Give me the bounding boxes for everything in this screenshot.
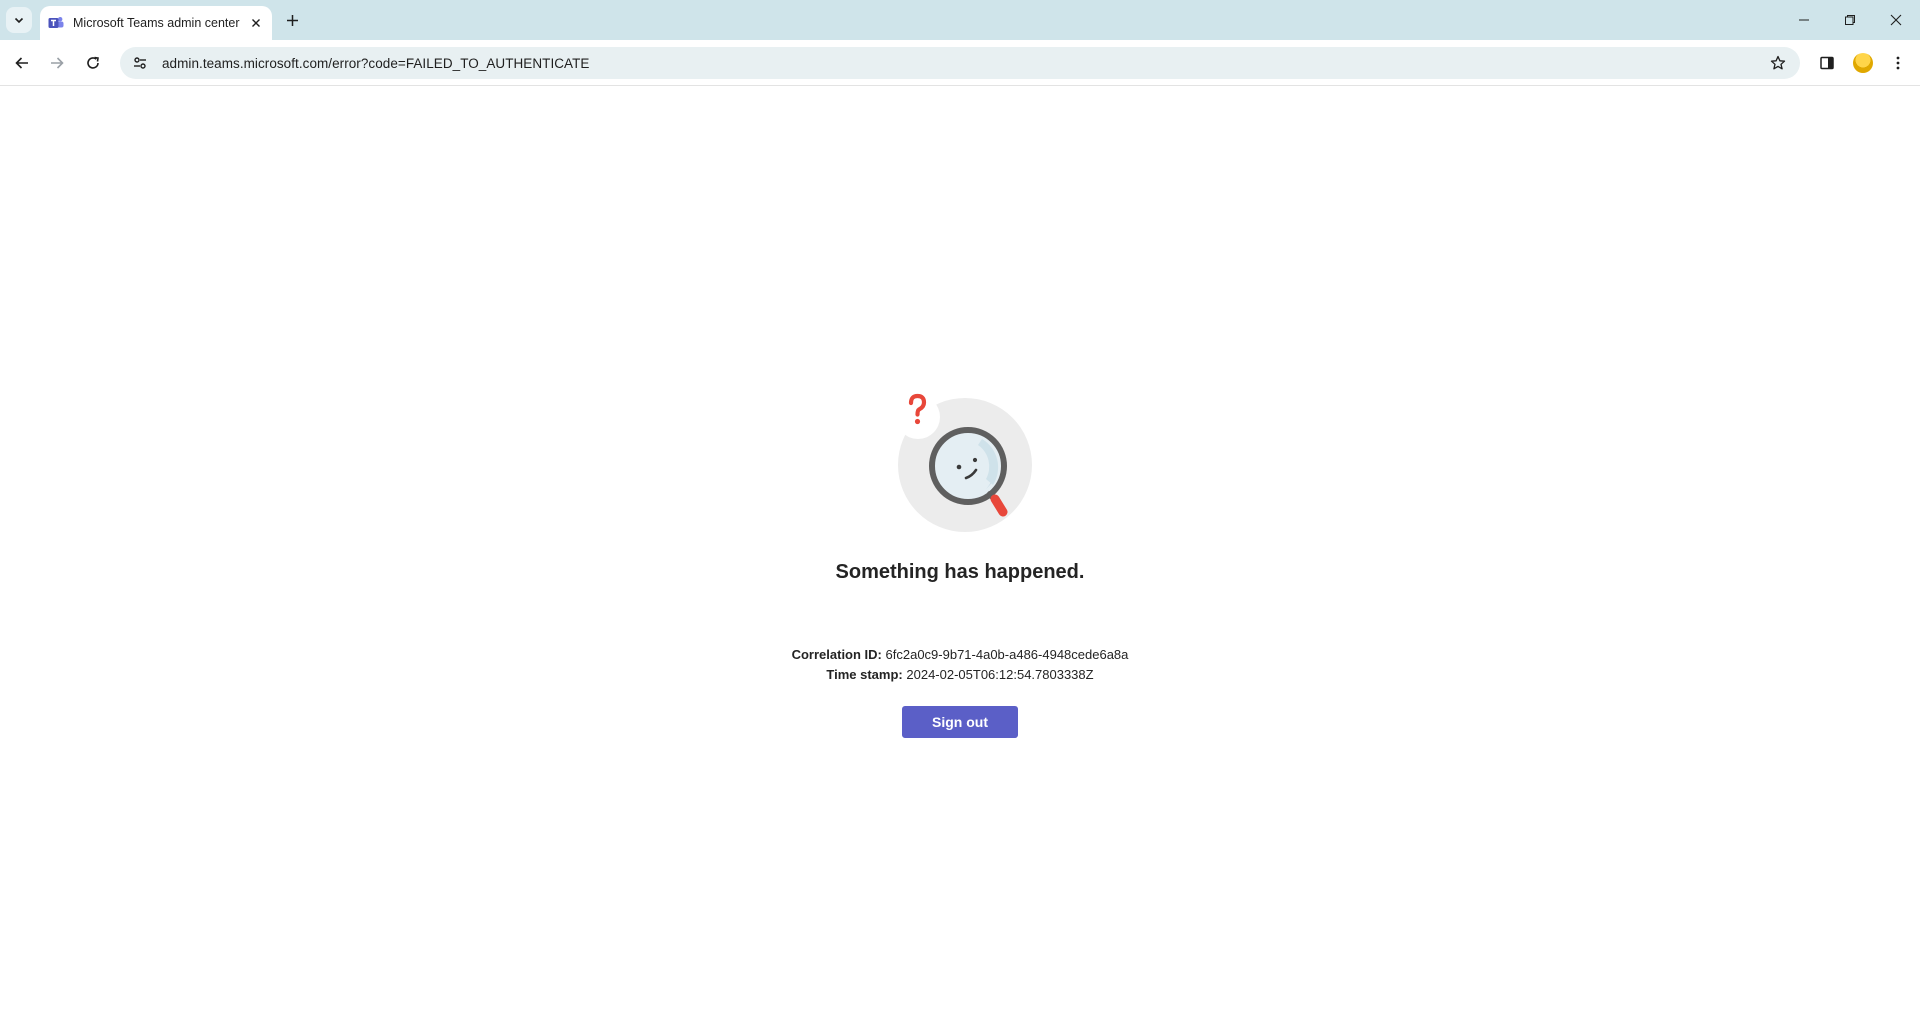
back-button[interactable] [9,50,35,76]
teams-icon [48,17,64,28]
close-tab-button[interactable] [248,15,264,31]
page-content: Something has happened. Correlation ID: … [0,87,1920,1032]
close-icon [252,19,260,27]
plus-icon [286,14,298,26]
minimize-icon [1799,19,1809,21]
correlation-id-line: Correlation ID: 6fc2a0c9-9b71-4a0b-a486-… [0,647,1920,662]
site-info-button[interactable] [124,47,156,79]
tab-search-button[interactable] [6,7,32,33]
profile-button[interactable] [1850,50,1876,76]
address-bar[interactable]: admin.teams.microsoft.com/error?code=FAI… [120,47,1800,79]
error-heading: Something has happened. [835,561,1085,583]
new-tab-button[interactable] [281,9,303,31]
reload-button[interactable] [80,50,106,76]
correlation-id-value: 6fc2a0c9-9b71-4a0b-a486-4948cede6a8a [885,647,1129,662]
sign-out-button[interactable]: Sign out [902,706,1018,738]
side-panel-button[interactable] [1814,50,1840,76]
tab-strip: Microsoft Teams admin center [0,0,1920,40]
magnifier-question-icon [896,393,1032,532]
correlation-id-label: Correlation ID: [791,647,882,662]
arrow-right-icon [51,57,64,69]
url-text: admin.teams.microsoft.com/error?code=FAI… [162,55,590,71]
restore-icon [1845,15,1855,25]
arrow-left-icon [15,57,28,69]
close-icon [1890,14,1902,26]
bookmark-button[interactable] [1768,53,1788,73]
close-window-button[interactable] [1873,0,1919,40]
tab-title: Microsoft Teams admin center [73,16,240,30]
chevron-down-icon [14,17,24,24]
minimize-button[interactable] [1781,0,1827,40]
side-panel-icon [1820,56,1834,70]
tune-icon [134,57,146,69]
browser-toolbar: admin.teams.microsoft.com/error?code=FAI… [0,40,1920,86]
avatar [1853,53,1873,73]
timestamp-value: 2024-02-05T06:12:54.7803338Z [906,667,1094,682]
restore-button[interactable] [1827,0,1873,40]
kebab-menu-icon [1896,56,1900,70]
reload-icon [87,56,99,69]
browser-menu-button[interactable] [1885,50,1911,76]
timestamp-line: Time stamp: 2024-02-05T06:12:54.7803338Z [0,667,1920,682]
browser-tab[interactable]: Microsoft Teams admin center [40,6,272,40]
star-icon [1770,55,1786,70]
forward-button[interactable] [44,50,70,76]
timestamp-label: Time stamp: [826,667,903,682]
